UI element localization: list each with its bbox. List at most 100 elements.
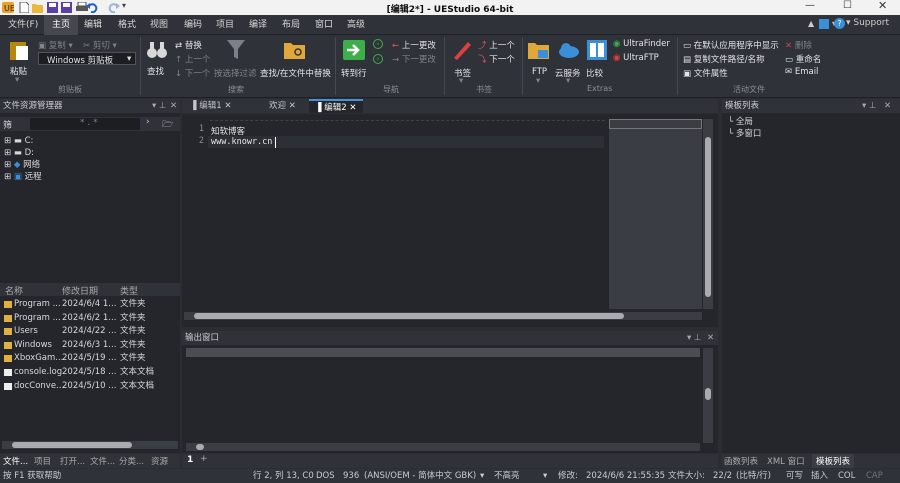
menu-edit[interactable]: 编辑 [84,15,102,35]
add-tab-icon[interactable]: + [200,454,208,464]
nav-back-icon[interactable]: ‹ [373,39,383,49]
close-button[interactable]: ✕ [878,0,887,12]
cloud-button[interactable]: 云服务 ▾ [554,38,584,86]
status-insert[interactable]: 插入 [811,469,828,483]
close-panel-icon[interactable]: ✕ [170,99,177,113]
theme-icon[interactable] [819,19,829,29]
close-panel-icon[interactable]: ✕ [707,331,714,345]
editor-area[interactable]: 1 2 知软博客 www.knowr.cn [182,114,718,327]
tab-edit1[interactable]: ▐ 编辑1 ✕ [186,99,236,113]
browse-folder-icon[interactable]: 🗁 [162,117,173,133]
next-change-button[interactable]: → 下一更改 [392,53,436,65]
doc-tab-1[interactable]: 1 [187,455,193,465]
help-icon[interactable]: ? [834,18,845,29]
compare-button[interactable]: 比较 [585,38,609,79]
tab-file-explorer[interactable]: 文件... [3,455,28,467]
template-item-global[interactable]: └ 全局 [728,116,888,128]
support-menu[interactable]: ▾ Support [846,18,889,28]
ribbon-collapse-icon[interactable]: ▲ [808,19,814,28]
ultraftp-button[interactable]: ◉ UltraFTP [613,53,659,63]
tab-edit2[interactable]: ▐ 编辑2 ✕ [309,99,363,113]
table-row[interactable]: Program ... 2024/6/4 1... 文件夹 [0,298,180,312]
close-panel-icon[interactable]: ✕ [884,99,891,113]
replace-button[interactable]: ⇄ 替换 [175,39,202,51]
find-next-button[interactable]: ↓ 下一个 [175,67,210,79]
table-row[interactable]: XboxGam... 2024/5/19 ... 文件夹 [0,352,180,366]
maximize-button[interactable]: ☐ [843,0,852,11]
tab-category[interactable]: 分类... [119,455,144,467]
status-codepage[interactable]: 936 [343,469,359,483]
close-tab-icon[interactable]: ✕ [224,101,231,111]
scroll-thumb[interactable] [705,388,711,400]
status-line-ending[interactable]: DOS [316,469,335,483]
paste-button[interactable]: 粘贴 ▾ [4,38,34,85]
email-button[interactable]: ✉ Email [785,67,818,77]
template-item-multiwindow[interactable]: └ 多窗口 [728,128,888,140]
filter-button[interactable]: 按选择过滤 [214,38,258,79]
table-row[interactable]: console.log 2024/5/18 ... 文本文档 [0,366,180,380]
menu-layout[interactable]: 布局 [282,15,300,35]
menu-build[interactable]: 编译 [249,15,267,35]
status-highlight[interactable]: 不高亮 [494,469,520,483]
tree-item-d[interactable]: ⊞ ▬ D: [4,147,174,159]
table-row[interactable]: Users 2024/4/22 ... 文件夹 [0,325,180,339]
tab-xml-window[interactable]: XML 窗口 [767,455,805,467]
menu-file[interactable]: 文件(F) [8,15,38,35]
menu-advanced[interactable]: 高级 [347,15,365,35]
open-default-button[interactable]: ▭ 在默认应用程序中显示 [683,39,779,51]
tree-item-remote[interactable]: ⊞ ▣ 远程 [4,171,174,183]
status-position[interactable]: 行 2, 列 13, C0 [253,469,314,483]
editor-hscrollbar[interactable] [184,312,702,320]
tab-open[interactable]: 打开... [60,455,85,467]
output-vscrollbar[interactable] [703,348,713,443]
col-name[interactable]: 名称 [5,284,23,297]
cut-button[interactable]: ✂ 剪切 ▾ [83,39,117,51]
prev-change-button[interactable]: ← 上一更改 [392,39,436,51]
pin-icon[interactable]: ▾ ⊥ [862,99,876,113]
copy-path-button[interactable]: ▤ 复制文件路径/名称 [683,53,765,65]
clipboard-select[interactable]: Windows 剪贴板 ▾ [38,52,136,66]
menu-encoding[interactable]: 编码 [184,15,202,35]
bookmark-prev-button[interactable]: ⤴ 上一个 [478,39,515,51]
bookmark-next-button[interactable]: ⤵ 下一个 [478,53,515,65]
editor-vscrollbar[interactable] [703,119,713,309]
table-row[interactable]: Program ... 2024/6/2 1... 文件夹 [0,312,180,326]
table-row[interactable]: docConve... 2024/5/10 ... 文本文档 [0,380,180,394]
tab-function-list[interactable]: 函数列表 [724,455,758,467]
close-tab-icon[interactable]: ✕ [349,103,356,113]
menu-window[interactable]: 窗口 [315,15,333,35]
menu-format[interactable]: 格式 [118,15,136,35]
find-button[interactable]: 查找 [144,38,170,78]
output-hscrollbar[interactable] [186,443,700,451]
close-tab-icon[interactable]: ✕ [289,101,296,111]
col-type[interactable]: 类型 [120,284,138,297]
tab-project[interactable]: 项目 [34,455,51,467]
highlight-dropdown-icon[interactable]: ▾ [543,469,547,483]
scroll-thumb[interactable] [194,313,624,319]
pin-icon[interactable]: ▾ ⊥ [152,99,166,113]
ultrafinder-button[interactable]: ◉ UltraFinder [613,39,670,49]
col-date[interactable]: 修改日期 [62,284,98,297]
nav-forward-icon[interactable]: › [373,54,383,64]
minimize-button[interactable]: — [805,0,815,11]
copy-button[interactable]: ▣ 复制 ▾ [38,39,73,51]
bookmark-button[interactable]: 书签 ▾ [448,38,476,86]
file-props-button[interactable]: ▣ 文件属性 [683,67,728,79]
menu-project[interactable]: 项目 [216,15,234,35]
tab-template-list[interactable]: 模板列表 [812,454,855,468]
ftp-button[interactable]: FTP ▾ [526,38,552,86]
filter-go-icon[interactable]: › [146,117,150,127]
goto-line-button[interactable]: 转到行 [338,38,370,79]
status-writable[interactable]: 可写 [786,469,803,483]
status-encoding[interactable]: (ANSI/OEM - 简体中文 GBK) [364,469,476,483]
rename-button[interactable]: ▭ 重命名 [785,53,821,65]
delete-button[interactable]: ✕ 删除 [785,39,812,51]
scroll-thumb[interactable] [196,444,204,450]
scroll-thumb[interactable] [12,442,132,448]
tree-item-c[interactable]: ⊞ ▬ C: [4,135,174,147]
scroll-thumb[interactable] [705,137,711,297]
minimap[interactable] [609,119,702,309]
status-col[interactable]: COL [838,469,855,483]
menu-view[interactable]: 视图 [150,15,168,35]
table-row[interactable]: Windows 2024/6/3 1... 文件夹 [0,339,180,353]
